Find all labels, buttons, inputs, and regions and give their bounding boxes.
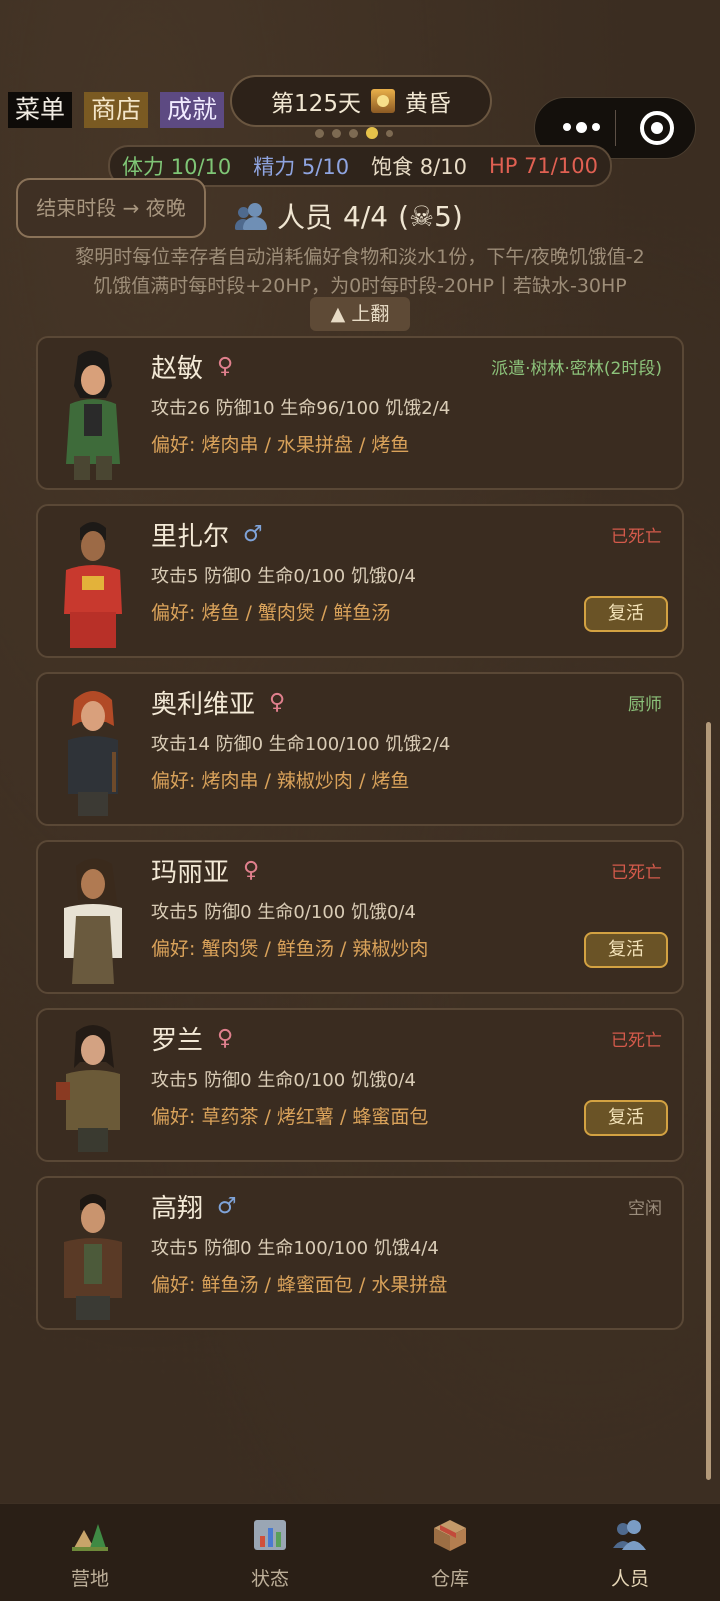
survivor-preferences: 偏好: 草药茶 / 烤红薯 / 蜂蜜面包 [151, 1106, 429, 1128]
survivor-portrait [64, 522, 122, 648]
survivor-card[interactable]: 玛丽亚 ♀ 攻击5 防御0 生命0/100 饥饿0/4 偏好: 蟹肉煲 / 鲜鱼汤… [36, 840, 684, 994]
nav-label: 仓库 [430, 1568, 469, 1590]
achievements-button[interactable]: 成就 [160, 92, 225, 128]
end-period-button[interactable]: 结束时段 → 夜晚 [16, 178, 206, 238]
page-up-button[interactable]: ▲ 上翻 [310, 297, 410, 331]
period-pager [315, 127, 393, 139]
info-line-2: 饥饿值满时每时段+20HP，为0时每时段-20HP丨若缺水-30HP [93, 275, 627, 297]
male-icon: ♂ [243, 522, 263, 547]
day-label: 第125天 [271, 91, 361, 117]
survivor-preferences: 偏好: 蟹肉煲 / 鲜鱼汤 / 辣椒炒肉 [151, 938, 429, 960]
dusk-icon [370, 89, 395, 113]
dead-count: (☠5) [398, 199, 463, 233]
survivor-name: 玛丽亚 [151, 858, 230, 888]
stamina-stat: 体力 10/10 [122, 155, 232, 179]
scrollbar[interactable] [706, 722, 711, 1480]
pager-dot [349, 128, 358, 138]
survivor-stats: 攻击5 防御0 生命0/100 饥饿0/4 [151, 566, 416, 587]
female-icon: ♀ [217, 1026, 234, 1051]
female-icon: ♀ [243, 858, 260, 883]
survivor-card[interactable]: 高翔 ♂ 攻击5 防御0 生命100/100 饥饿4/4 偏好: 鲜鱼汤 / 蜂蜜… [36, 1176, 684, 1330]
people-title: 人员 [277, 201, 334, 234]
survivor-portrait [56, 1025, 120, 1152]
nav-people[interactable]: 人员 [540, 1504, 720, 1601]
survivor-portrait [64, 858, 122, 984]
box-icon [434, 1520, 466, 1551]
survivor-name: 高翔 [151, 1194, 204, 1224]
bottom-nav: 营地 状态 仓库 人员 [0, 1503, 720, 1601]
survivor-stats: 攻击26 防御10 生命96/100 饥饿2/4 [151, 398, 451, 419]
survivor-preferences: 偏好: 鲜鱼汤 / 蜂蜜面包 / 水果拼盘 [151, 1274, 448, 1296]
period-label: 黄昏 [404, 91, 451, 117]
revive-button[interactable]: 复活 [584, 596, 668, 632]
nav-warehouse[interactable]: 仓库 [360, 1504, 540, 1601]
survivor-stats: 攻击5 防御0 生命0/100 饥饿0/4 [151, 1070, 416, 1091]
survivor-stats: 攻击5 防御0 生命100/100 饥饿4/4 [151, 1238, 439, 1259]
survivor-portrait [68, 691, 118, 816]
chart-icon [254, 1520, 286, 1550]
nav-label: 人员 [610, 1568, 649, 1590]
survivor-card[interactable]: 里扎尔 ♂ 攻击5 防御0 生命0/100 饥饿0/4 偏好: 烤鱼 / 蟹肉煲 … [36, 504, 684, 658]
survivor-card[interactable]: 赵敏 ♀ 攻击26 防御10 生命96/100 饥饿2/4 偏好: 烤肉串 / 水… [36, 336, 684, 490]
survivor-stats: 攻击5 防御0 生命0/100 饥饿0/4 [151, 902, 416, 923]
survivor-name: 里扎尔 [151, 522, 230, 552]
people-count: 4/4 [343, 199, 389, 233]
menu-button[interactable]: 菜单 [8, 92, 73, 128]
day-indicator: 第125天 黄昏 [230, 75, 492, 127]
survivor-portrait [66, 350, 120, 480]
pager-dot [315, 128, 324, 138]
survivor-card[interactable]: 奥利维亚 ♀ 攻击14 防御0 生命100/100 饥饿2/4 偏好: 烤肉串 /… [36, 672, 684, 826]
nav-label: 营地 [70, 1568, 109, 1590]
survivor-preferences: 偏好: 烤肉串 / 水果拼盘 / 烤鱼 [151, 434, 410, 456]
nav-camp[interactable]: 营地 [0, 1504, 180, 1601]
satiety-stat: 饱食 8/10 [371, 155, 467, 179]
survivor-status: 派遣·树林·密林(2时段) [491, 359, 662, 379]
camp-icon [72, 1524, 108, 1551]
revive-button[interactable]: 复活 [584, 932, 668, 968]
info-line-1: 黎明时每位幸存者自动消耗偏好食物和淡水1份，下午/夜晚饥饿值-2 [75, 246, 645, 268]
survivor-name: 赵敏 [151, 354, 204, 384]
survivor-preferences: 偏好: 烤肉串 / 辣椒炒肉 / 烤鱼 [151, 770, 410, 792]
survivor-card[interactable]: 罗兰 ♀ 攻击5 防御0 生命0/100 饥饿0/4 偏好: 草药茶 / 烤红薯 … [36, 1008, 684, 1162]
energy-stat: 精力 5/10 [253, 155, 350, 179]
survivor-stats: 攻击14 防御0 生命100/100 饥饿2/4 [151, 734, 451, 755]
pager-dot [386, 129, 393, 137]
revive-button[interactable]: 复活 [584, 1100, 668, 1136]
survivor-name: 罗兰 [151, 1026, 204, 1056]
pager-dot [332, 128, 341, 138]
nav-status[interactable]: 状态 [180, 1504, 360, 1601]
people-header: 人员 4/4 (☠5) [235, 196, 463, 236]
people-icon [235, 201, 267, 231]
pager-dot-active [366, 127, 378, 139]
female-icon: ♀ [217, 354, 234, 379]
survivor-status: 空闲 [628, 1199, 662, 1219]
capsule-divider [615, 110, 616, 146]
survivor-preferences: 偏好: 烤鱼 / 蟹肉煲 / 鲜鱼汤 [151, 602, 391, 624]
survivor-status: 厨师 [628, 695, 662, 715]
more-icon[interactable] [563, 121, 600, 133]
male-icon: ♂ [217, 1194, 237, 1219]
survivor-portrait [64, 1194, 122, 1320]
nav-label: 状态 [250, 1568, 289, 1590]
people-icon [613, 1520, 646, 1550]
shop-button[interactable]: 商店 [84, 92, 149, 128]
survivor-status: 已死亡 [611, 527, 662, 547]
survivor-status: 已死亡 [611, 1031, 662, 1051]
female-icon: ♀ [269, 690, 286, 715]
survivor-status: 已死亡 [611, 863, 662, 883]
close-target-icon[interactable] [640, 111, 674, 145]
hp-stat: HP 71/100 [488, 154, 598, 178]
survivor-name: 奥利维亚 [151, 690, 256, 720]
